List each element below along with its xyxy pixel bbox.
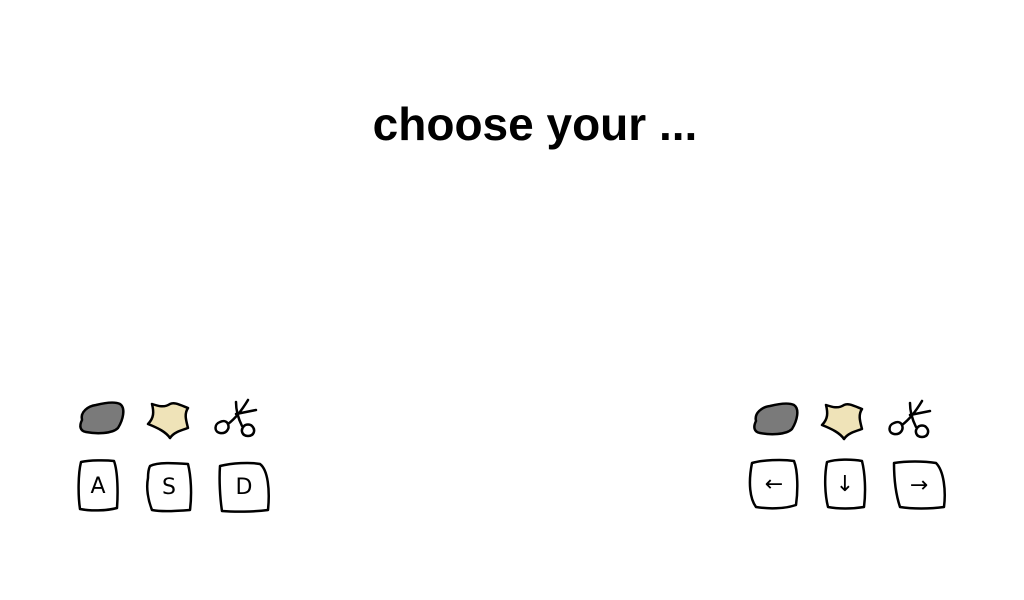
key-down-arrow-button[interactable]: ↓ [822,457,868,511]
key-cap-icon [823,458,867,510]
scissors-icon[interactable] [886,397,938,441]
key-a-button[interactable]: A [76,458,120,514]
key-cap-icon [145,461,193,513]
scissors-icon[interactable] [212,396,264,440]
key-right-arrow-button[interactable]: → [890,459,948,511]
key-s-button[interactable]: S [144,460,194,514]
key-cap-icon [77,459,119,512]
rock-icon[interactable] [76,398,126,436]
key-left-arrow-button[interactable]: ← [746,457,802,511]
key-cap-icon [748,458,799,510]
paper-icon[interactable] [144,398,194,440]
key-cap-icon [892,460,946,510]
key-cap-icon [218,461,270,513]
right-player-controls: ← ↓ → [744,395,954,525]
key-d-button[interactable]: D [216,460,272,514]
paper-icon[interactable] [818,399,868,441]
rock-icon[interactable] [750,399,800,437]
left-player-controls: A S D [70,392,280,522]
page-title: choose your ... [372,98,698,150]
